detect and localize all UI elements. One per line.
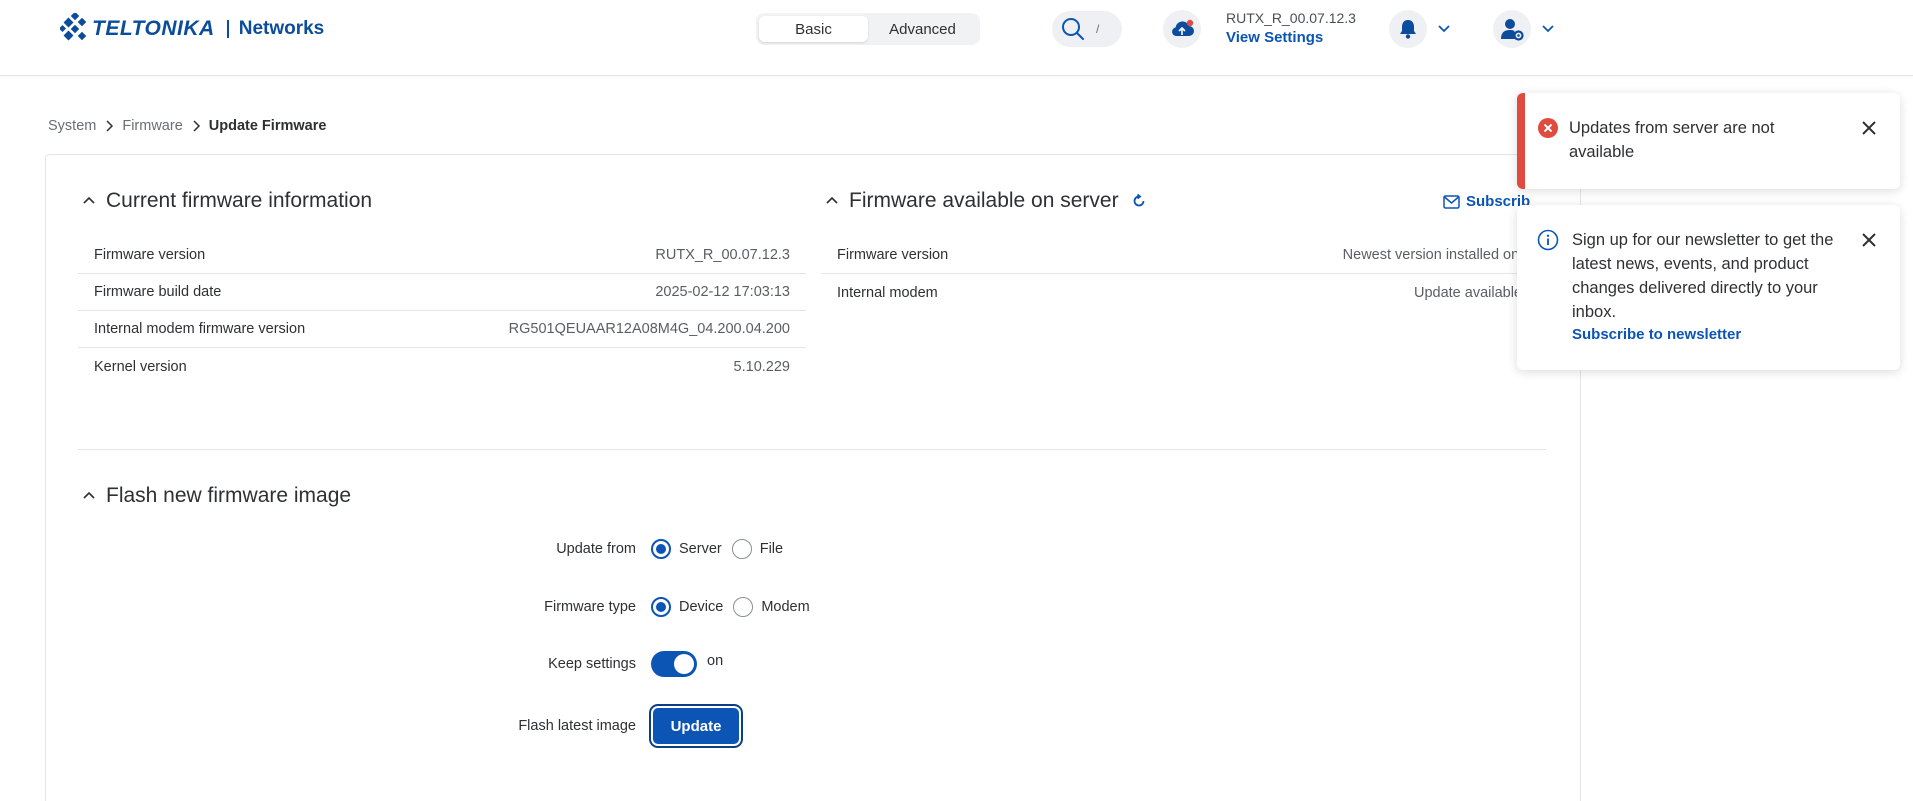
- row-value: RUTX_R_00.07.12.3: [655, 247, 790, 263]
- user-menu-chevron-down-icon[interactable]: [1541, 21, 1555, 35]
- teltonika-logo[interactable]: TELTONIKA Networks: [60, 13, 324, 45]
- brand-subtitle: Networks: [238, 18, 325, 39]
- update-from-row: Update from Server File: [416, 539, 793, 559]
- update-from-label: Update from: [556, 541, 636, 557]
- toggle-knob: [674, 654, 694, 674]
- firmware-type-label: Firmware type: [544, 599, 636, 615]
- brand-name: TELTONIKA: [92, 17, 215, 40]
- radio-dot: [651, 597, 671, 617]
- current-firmware-header[interactable]: Current firmware information: [82, 189, 372, 213]
- radio-device[interactable]: Device: [651, 597, 723, 617]
- keep-settings-toggle[interactable]: [651, 651, 697, 677]
- device-info: RUTX_R_00.07.12.3 View Settings: [1226, 10, 1356, 46]
- flash-firmware-title: Flash new firmware image: [106, 484, 352, 507]
- server-firmware-title: Firmware available on server: [849, 189, 1119, 212]
- flash-latest-label: Flash latest image: [518, 718, 636, 734]
- current-firmware-title: Current firmware information: [106, 189, 373, 212]
- row-value: Update available: [1413, 284, 1522, 301]
- bell-icon: [1400, 20, 1416, 39]
- row-key: Kernel version: [94, 358, 187, 375]
- row-key: Firmware version: [94, 247, 206, 263]
- radio-server-label: Server: [679, 541, 722, 557]
- top-header: TELTONIKA Networks Basic Advanced / RUTX…: [0, 0, 1913, 76]
- firmware-type-row: Firmware type Device Modem: [416, 597, 820, 617]
- server-firmware-header[interactable]: Firmware available on server: [825, 189, 1147, 213]
- keep-settings-label: Keep settings: [548, 656, 636, 672]
- user-settings-icon: [1501, 19, 1524, 41]
- mode-advanced-button[interactable]: Advanced: [868, 16, 977, 42]
- server-firmware-table: Firmware version Newest version installe…: [821, 237, 1574, 311]
- breadcrumb-firmware[interactable]: Firmware: [122, 118, 182, 134]
- table-row: Internal modem firmware version RG501QEU…: [78, 311, 806, 348]
- error-toast-text: Updates from server are not available: [1569, 119, 1775, 161]
- notifications-button[interactable]: [1389, 10, 1427, 48]
- error-toast: Updates from server are not available: [1517, 93, 1900, 189]
- keep-settings-row: Keep settings on: [416, 651, 723, 677]
- table-row: Internal modem Update available: [821, 274, 1574, 311]
- mail-icon: [1443, 194, 1460, 209]
- row-value: RG501QEUAAR12A08M4G_04.200.04.200: [508, 321, 790, 337]
- radio-device-label: Device: [679, 599, 724, 615]
- current-firmware-table: Firmware version RUTX_R_00.07.12.3 Firmw…: [78, 237, 806, 385]
- breadcrumb: System Firmware Update Firmware: [48, 118, 326, 134]
- logo-divider: [226, 20, 229, 38]
- flash-firmware-header[interactable]: Flash new firmware image: [82, 484, 351, 508]
- keep-settings-state: on: [707, 653, 724, 669]
- radio-file-label: File: [759, 541, 784, 557]
- breadcrumb-current: Update Firmware: [208, 118, 327, 134]
- chevron-right-icon: [104, 120, 114, 132]
- radio-dot: [733, 597, 754, 617]
- table-row: Firmware version RUTX_R_00.07.12.3: [78, 237, 806, 274]
- cloud-icon: [1172, 19, 1194, 36]
- info-icon: [1537, 229, 1559, 251]
- radio-modem-label: Modem: [761, 599, 810, 615]
- search-shortcut-key: /: [1096, 22, 1100, 36]
- chevron-up-icon: [82, 489, 96, 503]
- notifications-chevron-down-icon[interactable]: [1437, 21, 1451, 35]
- error-icon: [1538, 118, 1558, 138]
- newsletter-toast: Sign up for our newsletter to get the la…: [1517, 205, 1900, 370]
- row-key: Firmware version: [837, 247, 949, 263]
- row-value: 5.10.229: [733, 358, 790, 375]
- view-settings-link[interactable]: View Settings: [1226, 29, 1356, 46]
- flash-latest-row: Flash latest image Update: [416, 708, 739, 744]
- search-icon: [1062, 18, 1084, 40]
- section-divider: [78, 449, 1546, 450]
- radio-modem[interactable]: Modem: [733, 597, 810, 617]
- chevron-right-icon: [191, 120, 201, 132]
- teltonika-logo-icon: [60, 13, 87, 41]
- search-button[interactable]: /: [1052, 11, 1122, 47]
- cloud-status-button[interactable]: [1163, 10, 1201, 48]
- mode-basic-button[interactable]: Basic: [759, 16, 868, 42]
- radio-server[interactable]: Server: [651, 539, 722, 559]
- close-icon[interactable]: [1860, 231, 1878, 249]
- row-key: Internal modem: [837, 284, 938, 301]
- table-row: Kernel version 5.10.229: [78, 348, 806, 385]
- breadcrumb-system[interactable]: System: [48, 118, 96, 134]
- chevron-up-icon: [82, 194, 96, 208]
- firmware-card: Current firmware information Firmware ve…: [45, 154, 1581, 801]
- table-row: Firmware version Newest version installe…: [821, 237, 1574, 274]
- device-firmware-label: RUTX_R_00.07.12.3: [1226, 10, 1356, 26]
- radio-dot: [731, 539, 752, 559]
- radio-dot: [651, 539, 671, 559]
- user-menu-button[interactable]: [1493, 10, 1531, 48]
- subscribe-newsletter-link[interactable]: Subscribe to newsletter: [1572, 326, 1741, 343]
- row-key: Firmware build date: [94, 284, 222, 300]
- chevron-up-icon: [825, 194, 839, 208]
- row-key: Internal modem firmware version: [94, 321, 306, 337]
- refresh-icon[interactable]: [1131, 193, 1147, 209]
- mode-switch: Basic Advanced: [756, 13, 980, 45]
- update-button[interactable]: Update: [653, 708, 739, 744]
- radio-file[interactable]: File: [731, 539, 784, 559]
- table-row: Firmware build date 2025-02-12 17:03:13: [78, 274, 806, 311]
- row-value: 2025-02-12 17:03:13: [655, 284, 790, 300]
- close-icon[interactable]: [1860, 119, 1878, 137]
- newsletter-toast-text: Sign up for our newsletter to get the la…: [1572, 231, 1834, 321]
